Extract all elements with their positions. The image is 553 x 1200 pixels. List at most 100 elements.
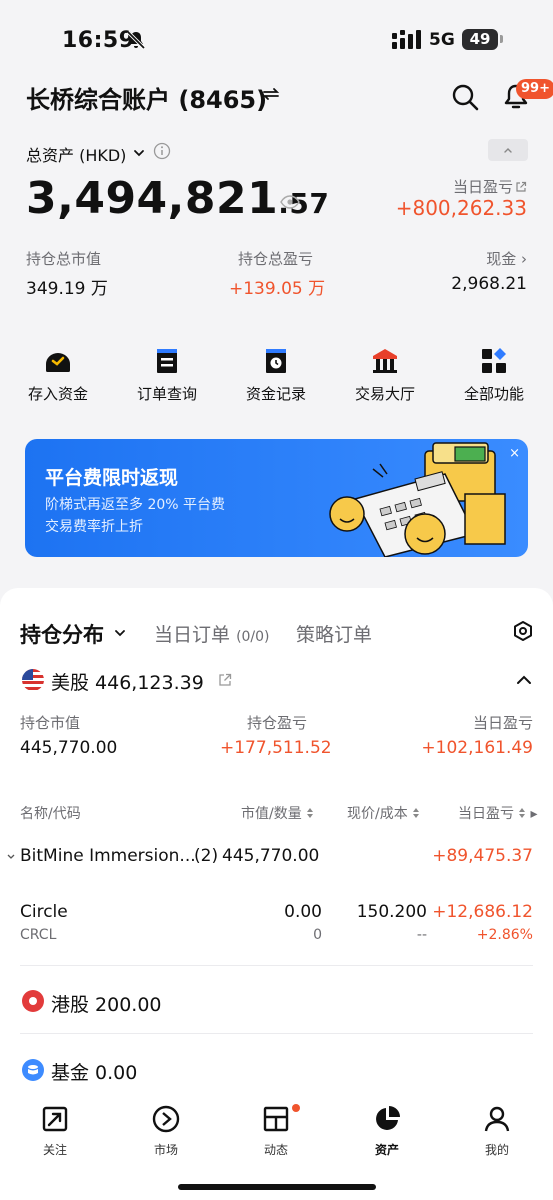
banner-subtitle-2: 交易费率折上折: [45, 519, 143, 535]
row-quantity: 0: [313, 927, 322, 943]
total-assets-label[interactable]: 总资产 (HKD): [26, 142, 126, 166]
trading-hall-icon: [373, 349, 397, 373]
all-functions-icon: [482, 348, 506, 373]
day-pl-label-text: 当日盈亏: [452, 178, 513, 196]
search-icon[interactable]: [450, 82, 480, 112]
banner-close-button[interactable]: ×: [509, 446, 520, 461]
deposit-icon: [46, 353, 70, 372]
us-market-value: 445,770.00: [20, 738, 118, 758]
col-day-pl-text: 当日盈亏: [458, 806, 514, 822]
row-count: (2): [194, 846, 219, 866]
bell-off-icon: [126, 30, 146, 50]
chevron-down-icon[interactable]: [114, 627, 126, 639]
scroll-right-icon: ▸: [530, 806, 538, 822]
external-link-icon: [516, 181, 527, 192]
eye-icon[interactable]: [280, 194, 300, 210]
battery-nub: [500, 35, 503, 43]
tab-today-orders-label: 当日订单: [154, 624, 231, 646]
home-indicator: [178, 1184, 376, 1190]
fund-title[interactable]: 基金 0.00: [51, 1058, 137, 1085]
us-pl-value: +177,511.52: [220, 738, 332, 758]
row-market-value: 0.00: [284, 902, 322, 922]
network-type: 5G: [429, 30, 455, 50]
us-market-value-label: 持仓市值: [20, 714, 81, 732]
cash-value: 2,968.21: [451, 274, 527, 294]
hk-flag-icon: [22, 990, 44, 1012]
nav-label: 市场: [153, 1143, 178, 1157]
shortcut-label: 存入资金: [27, 385, 88, 403]
nav-watchlist[interactable]: 关注: [15, 1104, 95, 1158]
col-name-code: 名称/代码: [20, 806, 81, 822]
account-title[interactable]: 长桥综合账户 (8465): [26, 80, 267, 115]
nav-profile[interactable]: 我的: [457, 1104, 537, 1158]
banner-illustration: [329, 442, 506, 557]
market-icon: [152, 1105, 180, 1133]
fund-record-icon: [266, 349, 286, 373]
sort-icon: [412, 808, 419, 818]
nav-assets[interactable]: 资产: [347, 1104, 427, 1158]
settings-icon[interactable]: [512, 620, 534, 642]
chevron-up-icon: [504, 148, 512, 153]
shortcut-deposit[interactable]: 存入资金: [8, 346, 108, 404]
assets-icon: [376, 1106, 400, 1130]
nav-market[interactable]: 市场: [126, 1104, 206, 1158]
day-pl-label[interactable]: 当日盈亏: [453, 176, 527, 197]
col-price-cost[interactable]: 现价/成本: [347, 803, 420, 823]
tab-today-orders[interactable]: 当日订单 (0/0): [154, 620, 270, 647]
nav-label: 动态: [263, 1143, 288, 1157]
battery-icon: 49: [462, 29, 498, 50]
col-market-value[interactable]: 市值/数量: [241, 803, 314, 823]
divider: [20, 1033, 533, 1034]
holding-market-value-label: 持仓总市值: [26, 250, 102, 268]
collapse-button[interactable]: [488, 139, 528, 161]
tab-positions[interactable]: 持仓分布: [20, 619, 104, 649]
nav-label: 我的: [484, 1143, 509, 1157]
day-pl-value: +800,262.33: [395, 196, 527, 220]
signal-icon: [392, 30, 421, 49]
chevron-down-icon[interactable]: [132, 146, 146, 160]
cash-label-text: 现金: [486, 250, 517, 268]
banner-subtitle: 阶梯式再返至多 20% 平台费: [45, 497, 226, 513]
sort-icon: [306, 808, 313, 818]
promo-banner[interactable]: 平台费限时返现 阶梯式再返至多 20% 平台费 交易费率折上折 ×: [25, 439, 528, 557]
shortcut-all-functions[interactable]: 全部功能: [444, 346, 544, 404]
nav-label: 资产: [374, 1143, 399, 1157]
shortcut-order-query[interactable]: 订单查询: [117, 346, 217, 404]
shortcut-label: 订单查询: [136, 385, 197, 403]
swap-icon[interactable]: [262, 85, 280, 103]
row-price: 150.200: [356, 902, 427, 922]
total-int: 3,494,821: [26, 173, 279, 224]
us-stocks-title[interactable]: 美股 446,123.39: [51, 668, 204, 695]
us-day-pl-label: 当日盈亏: [472, 714, 533, 732]
col-day-pl[interactable]: 当日盈亏 ▸: [458, 803, 537, 823]
row-code: CRCL: [20, 927, 57, 943]
info-icon[interactable]: [153, 142, 171, 160]
col-price-cost-text: 现价/成本: [347, 806, 408, 822]
chevron-up-icon[interactable]: [516, 674, 532, 686]
holding-market-value: 349.19 万: [26, 279, 108, 299]
row-name: Circle: [20, 902, 68, 922]
us-day-pl-value: +102,161.49: [421, 738, 533, 758]
tab-strategy-orders[interactable]: 策略订单: [296, 620, 372, 647]
order-query-icon: [157, 349, 177, 373]
divider: [20, 965, 533, 966]
fund-icon: [22, 1059, 44, 1081]
notification-badge: 99+: [516, 79, 553, 99]
row-day-pl: +12,686.12: [432, 902, 533, 922]
cash-label[interactable]: 现金 ›: [486, 248, 527, 269]
shortcut-fund-record[interactable]: 资金记录: [226, 346, 326, 404]
hk-stocks-title[interactable]: 港股 200.00: [51, 990, 162, 1017]
watchlist-icon: [42, 1106, 68, 1132]
status-bar: 16:59 5G 49: [0, 0, 553, 80]
us-flag-icon: [22, 669, 44, 691]
notification-dot: [292, 1104, 300, 1112]
holding-pl-label: 持仓总盈亏: [238, 250, 314, 268]
chevron-down-icon[interactable]: [6, 852, 16, 862]
us-pl-label: 持仓盈亏: [247, 714, 308, 732]
nav-feed[interactable]: 动态: [236, 1104, 316, 1158]
external-link-icon[interactable]: [218, 673, 232, 687]
banner-title: 平台费限时返现: [45, 467, 179, 489]
chevron-right-icon: ›: [521, 250, 527, 268]
shortcut-label: 全部功能: [463, 385, 524, 403]
shortcut-trading-hall[interactable]: 交易大厅: [335, 346, 435, 404]
